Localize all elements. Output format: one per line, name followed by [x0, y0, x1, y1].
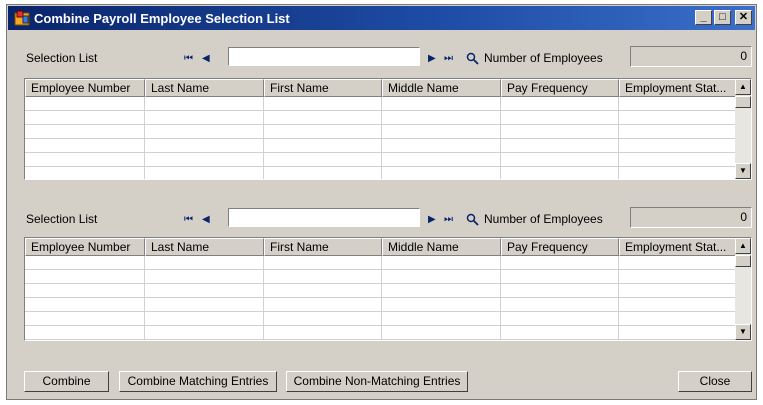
scroll-up-button-1[interactable]: ▲	[735, 79, 751, 95]
col-first-name[interactable]: First Name	[264, 79, 382, 97]
close-button[interactable]: Close	[678, 371, 752, 392]
first-record-icon-2[interactable]: ⏮	[184, 214, 193, 226]
col-employment-status[interactable]: Employment Stat...	[619, 238, 737, 256]
next-record-icon-1[interactable]: ▶	[428, 53, 436, 65]
maximize-button[interactable]: □	[714, 10, 731, 25]
scroll-down-button-1[interactable]: ▼	[735, 163, 751, 179]
col-last-name[interactable]: Last Name	[145, 79, 264, 97]
vertical-scrollbar-1[interactable]: ▲ ▼	[735, 79, 751, 179]
col-first-name[interactable]: First Name	[264, 238, 382, 256]
table-row[interactable]	[25, 139, 751, 153]
table-row[interactable]	[25, 298, 751, 312]
table-row[interactable]	[25, 270, 751, 284]
employee-count-field-1: 0	[630, 46, 752, 67]
prev-record-icon-1[interactable]: ◀	[202, 53, 210, 65]
search-input-1[interactable]	[228, 47, 420, 66]
scroll-up-button-2[interactable]: ▲	[735, 238, 751, 254]
employee-grid-1[interactable]: Employee Number Last Name First Name Mid…	[24, 78, 752, 180]
vertical-scrollbar-2[interactable]: ▲ ▼	[735, 238, 751, 340]
col-employee-number[interactable]: Employee Number	[25, 238, 145, 256]
selection-list-label-2: Selection List	[26, 212, 98, 226]
search-icon-2[interactable]	[466, 213, 479, 226]
combine-matching-entries-button[interactable]: Combine Matching Entries	[119, 371, 277, 392]
table-row[interactable]	[25, 97, 751, 111]
grid-header-1: Employee Number Last Name First Name Mid…	[25, 79, 751, 97]
first-record-icon-1[interactable]: ⏮	[184, 53, 193, 65]
last-record-icon-2[interactable]: ⏭	[444, 214, 453, 226]
last-record-icon-1[interactable]: ⏭	[444, 53, 453, 65]
table-row[interactable]	[25, 284, 751, 298]
scroll-thumb-1[interactable]	[735, 96, 751, 108]
col-employee-number[interactable]: Employee Number	[25, 79, 145, 97]
next-record-icon-2[interactable]: ▶	[428, 214, 436, 226]
title-bar[interactable]: Combine Payroll Employee Selection List …	[8, 6, 755, 30]
employee-count-field-2: 0	[630, 207, 752, 228]
col-middle-name[interactable]: Middle Name	[382, 238, 501, 256]
scroll-thumb-2[interactable]	[735, 255, 751, 267]
number-of-employees-label-2: Number of Employees	[484, 212, 603, 226]
employee-grid-2[interactable]: Employee Number Last Name First Name Mid…	[24, 237, 752, 341]
selection-list-label-1: Selection List	[26, 51, 98, 65]
search-icon-1[interactable]	[466, 52, 479, 65]
col-pay-frequency[interactable]: Pay Frequency	[501, 79, 619, 97]
close-window-button[interactable]: ✕	[735, 10, 752, 25]
app-icon	[14, 10, 30, 26]
table-row[interactable]	[25, 167, 751, 179]
table-row[interactable]	[25, 153, 751, 167]
prev-record-icon-2[interactable]: ◀	[202, 214, 210, 226]
col-pay-frequency[interactable]: Pay Frequency	[501, 238, 619, 256]
col-last-name[interactable]: Last Name	[145, 238, 264, 256]
table-row[interactable]	[25, 312, 751, 326]
col-employment-status[interactable]: Employment Stat...	[619, 79, 737, 97]
number-of-employees-label-1: Number of Employees	[484, 51, 603, 65]
minimize-button[interactable]: _	[695, 10, 712, 25]
table-row[interactable]	[25, 326, 751, 340]
search-input-2[interactable]	[228, 208, 420, 227]
scroll-down-button-2[interactable]: ▼	[735, 324, 751, 340]
table-row[interactable]	[25, 256, 751, 270]
col-middle-name[interactable]: Middle Name	[382, 79, 501, 97]
grid-header-2: Employee Number Last Name First Name Mid…	[25, 238, 751, 256]
table-row[interactable]	[25, 125, 751, 139]
table-row[interactable]	[25, 111, 751, 125]
combine-non-matching-entries-button[interactable]: Combine Non-Matching Entries	[286, 371, 468, 392]
window-title: Combine Payroll Employee Selection List	[34, 10, 290, 26]
combine-button[interactable]: Combine	[24, 371, 109, 392]
